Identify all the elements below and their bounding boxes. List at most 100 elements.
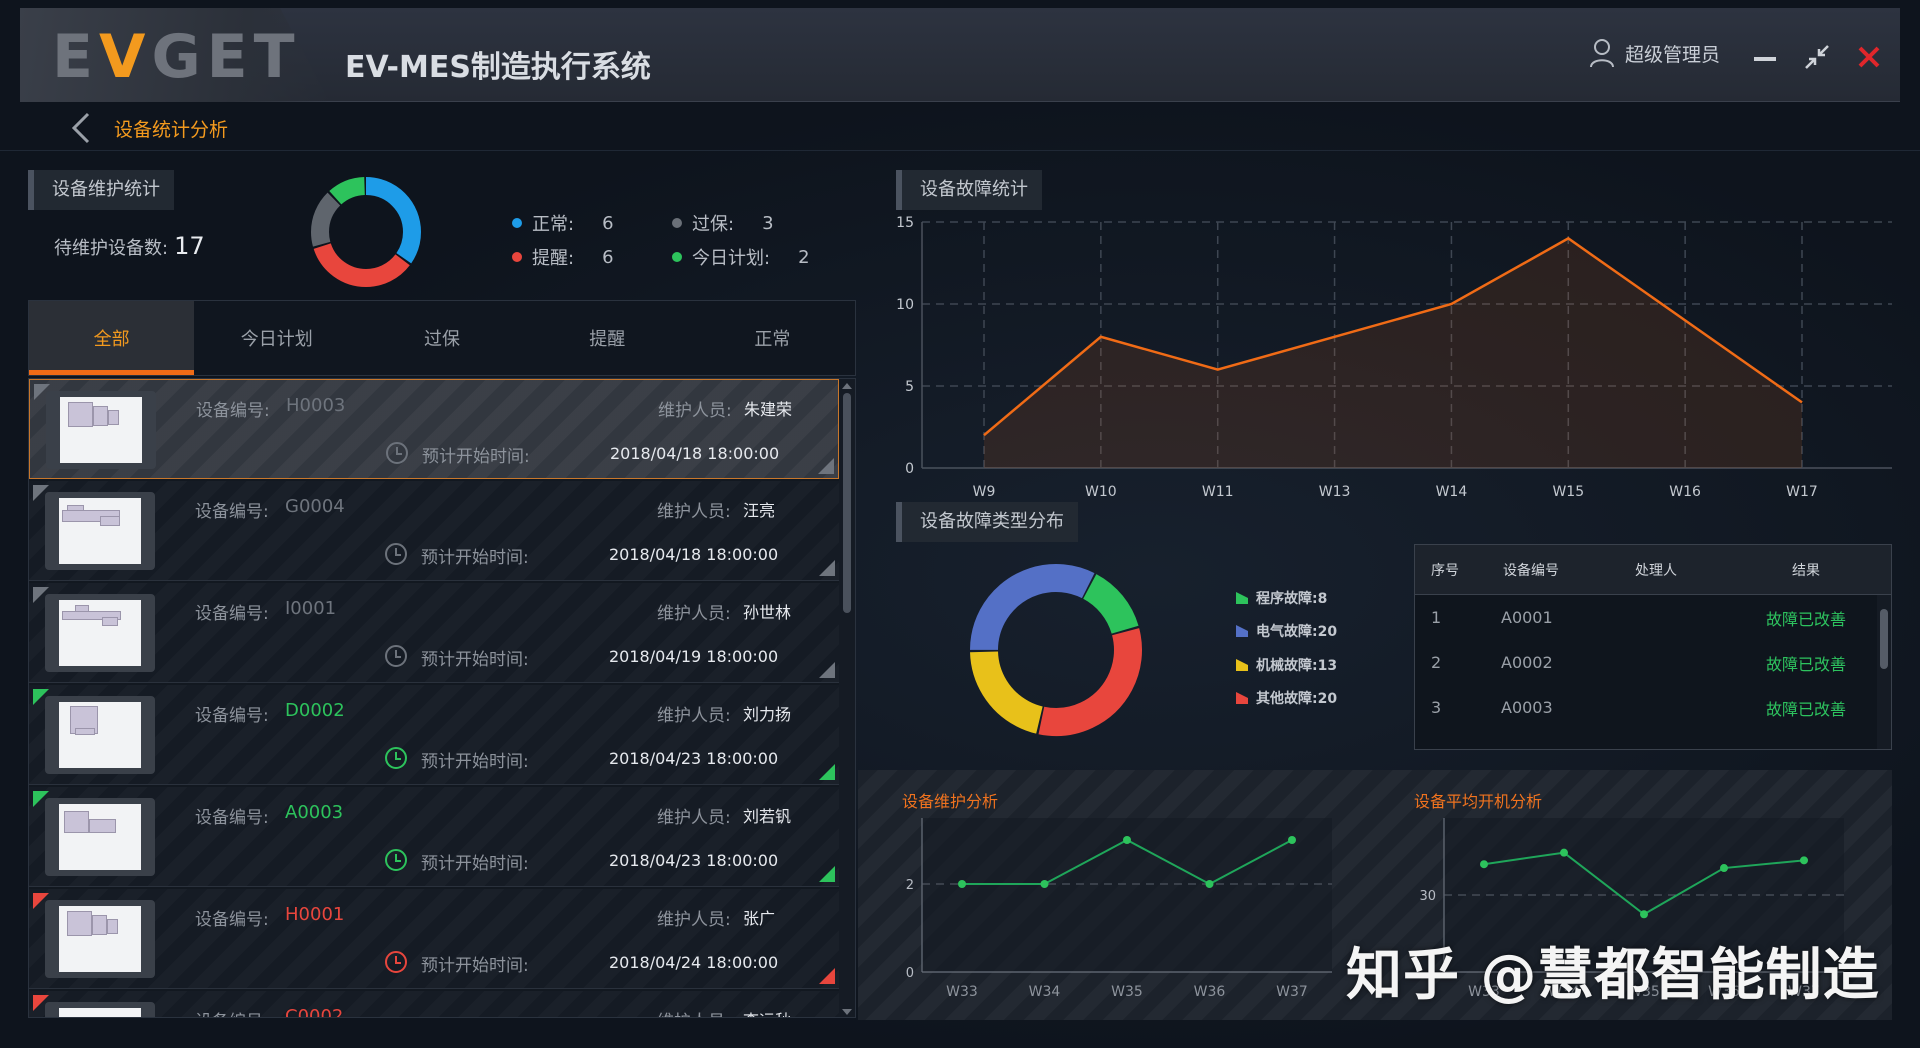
start-time-label: 预计开始时间: — [421, 548, 529, 568]
table-row[interactable]: 3 A0003 故障已改善 — [1415, 685, 1891, 730]
restore-button[interactable] — [1802, 42, 1832, 72]
status-corner — [818, 458, 834, 474]
maintainer-label: 维护人员: — [657, 808, 731, 828]
clock-icon — [386, 442, 408, 464]
watermark: 知乎 @慧都智能制造 — [1346, 943, 1880, 1008]
device-thumbnail — [46, 391, 156, 469]
app-window: EVGET EV-MES制造执行系统 超级管理员 设备统计分析 设备维护统计 待… — [0, 0, 1920, 1048]
device-thumbnail — [45, 798, 155, 876]
data-point — [1480, 860, 1488, 869]
back-arrow-icon[interactable] — [70, 112, 92, 144]
close-button[interactable] — [1854, 42, 1884, 72]
data-point — [1205, 880, 1214, 888]
fault-table-header: 序号 设备编号 处理人 结果 — [1415, 545, 1891, 595]
device-image — [59, 906, 141, 972]
maintainer-label: 维护人员: — [657, 1007, 731, 1017]
tab-remind[interactable]: 提醒 — [525, 301, 690, 375]
y-tick-label: 0 — [906, 966, 914, 981]
device-code: G0004 — [285, 496, 345, 517]
minimize-button[interactable] — [1750, 42, 1780, 72]
pending-value: 17 — [174, 232, 205, 260]
x-tick-label: W11 — [1202, 484, 1234, 500]
legend-today-plan-label: 今日计划: — [692, 248, 771, 269]
device-code-label: 设备编号: — [195, 502, 269, 522]
fault-legend-other: 其他故障:20 — [1236, 688, 1337, 708]
fault-legend-electric: 电气故障:20 — [1236, 621, 1337, 641]
maintainer-name: 刘若钒 — [743, 807, 792, 826]
maint-analysis-title: 设备维护分析 — [902, 792, 999, 811]
maintainer-name: 朱建荣 — [744, 400, 793, 419]
start-time-label: 预计开始时间: — [421, 752, 529, 772]
breadcrumb-title: 设备统计分析 — [114, 118, 229, 141]
y-tick-label: 30 — [1419, 889, 1436, 904]
start-time-label: 预计开始时间: — [421, 854, 529, 874]
y-tick-label: 15 — [896, 215, 914, 231]
device-image — [60, 397, 142, 463]
pending-label: 待维护设备数: — [54, 238, 169, 259]
maintainer-name: 汪亮 — [743, 501, 776, 520]
breadcrumb: 设备统计分析 — [70, 108, 228, 148]
list-item[interactable]: 设备编号: G0004 维护人员: 汪亮 预计开始时间: 2018/04/18 18:00… — [29, 481, 839, 581]
cell-code: A0003 — [1501, 698, 1553, 717]
device-image — [59, 498, 141, 564]
maintainer-name: 李远秋 — [743, 1007, 791, 1017]
table-row[interactable]: 1 A0001 故障已改善 — [1415, 595, 1891, 640]
fault-type-donut-chart — [970, 564, 1142, 736]
table-scrollbar[interactable] — [1877, 595, 1891, 749]
legend-today-plan-dot — [672, 252, 682, 262]
machine-part — [91, 915, 107, 936]
list-item[interactable]: 设备编号: D0002 维护人员: 刘力扬 预计开始时间: 2018/04/23 18:0… — [29, 685, 839, 785]
device-code: I0001 — [285, 598, 337, 619]
scroll-up-icon[interactable] — [842, 383, 852, 389]
tab-normal[interactable]: 正常 — [690, 301, 855, 375]
tab-all[interactable]: 全部 — [29, 301, 195, 375]
fault-legend-program-swatch — [1236, 592, 1248, 604]
device-image — [59, 1008, 141, 1017]
cell-code: A0002 — [1501, 653, 1553, 672]
data-point — [1288, 836, 1296, 844]
clock-icon — [385, 543, 407, 565]
list-scrollbar[interactable] — [839, 379, 855, 1017]
maintainer-label: 维护人员: — [657, 910, 731, 930]
title-bar: EVGET EV-MES制造执行系统 超级管理员 — [20, 8, 1900, 102]
list-scroll-thumb[interactable] — [843, 393, 851, 613]
minimize-icon — [1754, 57, 1776, 61]
x-tick-label: W17 — [1786, 484, 1818, 500]
user-icon — [1589, 39, 1614, 68]
fault-legend-program-label: 程序故障:8 — [1256, 591, 1328, 607]
divider — [0, 150, 1920, 151]
legend-overdue-label: 过保: — [692, 214, 735, 235]
legend-normal-label: 正常: — [532, 214, 575, 235]
logo: EVGET — [52, 22, 301, 92]
list-item[interactable]: 设备编号: I0001 维护人员: 孙世林 预计开始时间: 2018/04/19 18:0… — [29, 583, 839, 683]
legend-normal: 正常: 6 — [512, 210, 614, 236]
fault-table: 序号 设备编号 处理人 结果 1 A0001 故障已改善 2 A0002 故障已… — [1414, 544, 1892, 750]
legend-today-plan: 今日计划: 2 — [672, 244, 810, 270]
user-menu[interactable]: 超级管理员 — [1589, 38, 1720, 68]
machine-part — [68, 402, 93, 428]
status-corner — [819, 662, 835, 678]
data-point — [1640, 910, 1648, 919]
tab-overdue[interactable]: 过保 — [359, 301, 524, 375]
scroll-down-icon[interactable] — [842, 1009, 852, 1015]
data-point — [958, 880, 966, 888]
device-thumbnail — [45, 696, 155, 774]
cell-result: 故障已改善 — [1765, 609, 1846, 629]
x-tick-label: W9 — [973, 484, 996, 500]
list-item[interactable]: 设备编号: H0003 维护人员: 朱建荣 预计开始时间: 2018/04/18 18:0… — [29, 379, 839, 479]
restore-icon — [1805, 45, 1829, 69]
tab-today-plan[interactable]: 今日计划 — [194, 301, 359, 375]
device-code-label: 设备编号: — [195, 706, 269, 726]
device-code: D0002 — [285, 700, 345, 721]
list-item[interactable]: 设备编号: H0001 维护人员: 张广 预计开始时间: 2018/04/24 18:00… — [29, 889, 839, 989]
data-point — [1800, 856, 1808, 865]
list-item[interactable]: 设备编号:C0002维护人员:李远秋预计开始时间: — [29, 991, 839, 1017]
fault-legend-electric-label: 电气故障:20 — [1256, 624, 1338, 640]
x-tick-label: W33 — [946, 984, 978, 1000]
table-row[interactable]: 2 A0002 故障已改善 — [1415, 640, 1891, 685]
list-item[interactable]: 设备编号: A0003 维护人员: 刘若钒 预计开始时间: 2018/04/23 18:0… — [29, 787, 839, 887]
fault-legend-mechanical-swatch — [1236, 659, 1248, 671]
status-corner — [819, 764, 835, 780]
table-scroll-thumb[interactable] — [1880, 609, 1888, 669]
cell-result: 故障已改善 — [1765, 699, 1846, 719]
